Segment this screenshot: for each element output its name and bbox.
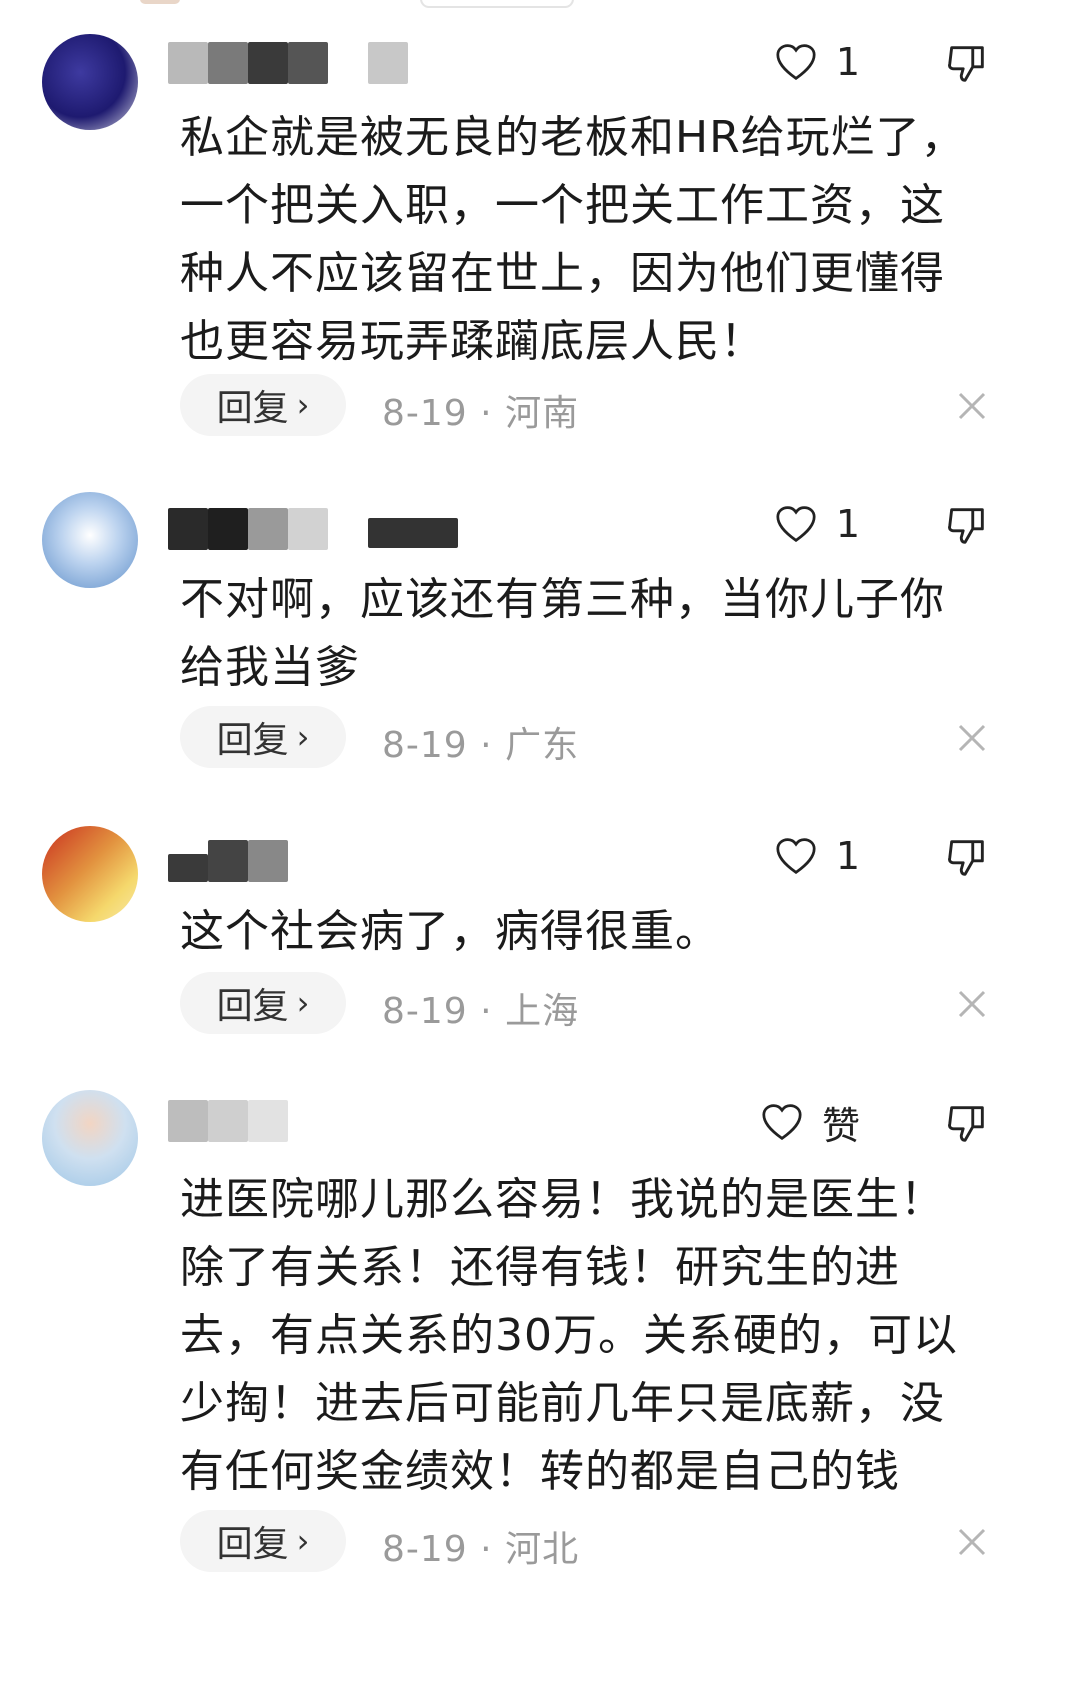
cutoff-avatar-fragment xyxy=(140,0,180,4)
avatar[interactable] xyxy=(42,826,138,922)
username-redacted[interactable] xyxy=(168,508,478,550)
thumbs-down-icon[interactable] xyxy=(944,1100,990,1146)
heart-icon xyxy=(776,838,816,875)
like-button[interactable]: 1 xyxy=(750,834,860,878)
chevron-right-icon: › xyxy=(296,718,310,756)
comment-meta: 8-19 · 上海 xyxy=(382,982,579,1034)
thumbs-down-icon[interactable] xyxy=(944,834,990,880)
like-button[interactable]: 1 xyxy=(750,40,860,84)
comment-text: 不对啊，应该还有第三种，当你儿子你 给我当爹 xyxy=(180,574,945,693)
reply-label: 回复 xyxy=(216,720,289,761)
username-redacted[interactable] xyxy=(168,42,428,84)
meta-separator: · xyxy=(480,393,493,434)
comment-location: 广东 xyxy=(505,725,580,766)
like-count: 1 xyxy=(835,502,860,546)
comment-location: 河北 xyxy=(505,1529,580,1570)
comment-date: 8-19 xyxy=(382,1529,468,1570)
chevron-right-icon: › xyxy=(296,1522,310,1560)
reply-button[interactable]: 回复 › xyxy=(180,972,346,1034)
reply-label: 回复 xyxy=(216,986,289,1027)
like-button[interactable]: 赞 xyxy=(730,1100,860,1148)
meta-separator: · xyxy=(480,991,493,1032)
comment-location: 上海 xyxy=(505,991,580,1032)
heart-icon xyxy=(776,506,816,543)
reply-label: 回复 xyxy=(216,388,289,429)
meta-separator: · xyxy=(480,725,493,766)
comment-location: 河南 xyxy=(505,393,580,434)
chevron-right-icon: › xyxy=(296,984,310,1022)
avatar[interactable] xyxy=(42,34,138,130)
comment-meta: 8-19 · 广东 xyxy=(382,716,579,768)
like-count: 1 xyxy=(835,834,860,878)
comment-date: 8-19 xyxy=(382,991,468,1032)
close-icon[interactable] xyxy=(954,720,990,756)
thumbs-down-icon[interactable] xyxy=(944,502,990,548)
comment-text: 进医院哪儿那么容易！我说的是医生！ 除了有关系！还得有钱！研究生的进 去，有点关… xyxy=(180,1174,958,1497)
reply-label: 回复 xyxy=(216,1524,289,1565)
reply-button[interactable]: 回复 › xyxy=(180,1510,346,1572)
heart-icon xyxy=(762,1104,802,1141)
comment-meta: 8-19 · 河南 xyxy=(382,384,579,436)
comment-meta: 8-19 · 河北 xyxy=(382,1520,579,1572)
cutoff-button-fragment xyxy=(420,0,574,8)
username-redacted[interactable] xyxy=(168,1100,298,1142)
chevron-right-icon: › xyxy=(296,386,310,424)
avatar[interactable] xyxy=(42,1090,138,1186)
username-redacted[interactable] xyxy=(168,840,318,882)
like-button[interactable]: 1 xyxy=(750,502,860,546)
heart-icon xyxy=(776,44,816,81)
comment-text: 这个社会病了，病得很重。 xyxy=(180,906,720,957)
close-icon[interactable] xyxy=(954,986,990,1022)
top-cutoff xyxy=(0,0,1074,12)
avatar[interactable] xyxy=(42,492,138,588)
like-count: 1 xyxy=(835,40,860,84)
comment-date: 8-19 xyxy=(382,393,468,434)
reply-button[interactable]: 回复 › xyxy=(180,706,346,768)
close-icon[interactable] xyxy=(954,388,990,424)
comment-date: 8-19 xyxy=(382,725,468,766)
comment-text: 私企就是被无良的老板和HR给玩烂了， 一个把关入职，一个把关工作工资，这 种人不… xyxy=(180,112,966,367)
reply-button[interactable]: 回复 › xyxy=(180,374,346,436)
like-label: 赞 xyxy=(821,1103,860,1148)
thumbs-down-icon[interactable] xyxy=(944,40,990,86)
meta-separator: · xyxy=(480,1529,493,1570)
close-icon[interactable] xyxy=(954,1524,990,1560)
